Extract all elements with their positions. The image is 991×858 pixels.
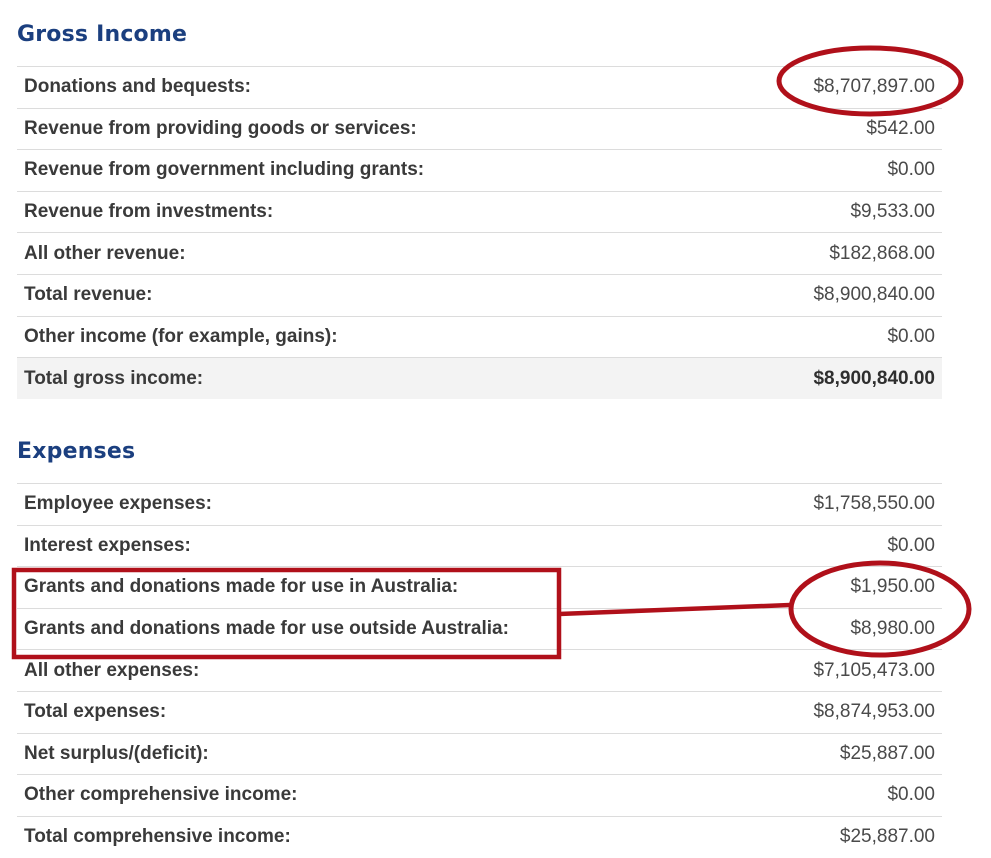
- row-value: $9,533.00: [657, 190, 942, 233]
- row-label: Other comprehensive income:: [17, 774, 657, 817]
- row-value: $182,868.00: [657, 232, 942, 275]
- gross-income-table: Donations and bequests: $8,707,897.00 Re…: [17, 66, 942, 400]
- row-value: $25,887.00: [657, 732, 942, 775]
- row-value: $8,900,840.00: [657, 273, 942, 317]
- table-row: Interest expenses: $0.00: [17, 524, 942, 567]
- row-label: Net surplus/(deficit):: [17, 732, 657, 775]
- row-label: Total expenses:: [17, 690, 657, 734]
- row-value: $8,707,897.00: [657, 66, 942, 109]
- table-row: Net surplus/(deficit): $25,887.00: [17, 732, 942, 775]
- row-label: Total gross income:: [17, 357, 657, 400]
- table-row: Other income (for example, gains): $0.00: [17, 315, 942, 358]
- table-row: Grants and donations made for use in Aus…: [17, 566, 942, 609]
- table-row: Other comprehensive income: $0.00: [17, 774, 942, 817]
- row-value: $0.00: [657, 524, 942, 567]
- table-row: Grants and donations made for use outsid…: [17, 607, 942, 650]
- row-label: Donations and bequests:: [17, 66, 657, 109]
- row-value: $1,758,550.00: [657, 483, 942, 526]
- table-row: All other revenue: $182,868.00: [17, 232, 942, 275]
- row-value: $0.00: [657, 774, 942, 817]
- row-label: Grants and donations made for use outsid…: [17, 607, 657, 650]
- table-row: All other expenses: $7,105,473.00: [17, 649, 942, 692]
- row-value: $8,980.00: [657, 607, 942, 650]
- row-label: Total comprehensive income:: [17, 815, 657, 858]
- row-label: Interest expenses:: [17, 524, 657, 567]
- row-label: Grants and donations made for use in Aus…: [17, 566, 657, 609]
- table-row: Total comprehensive income: $25,887.00: [17, 815, 942, 858]
- row-label: Total revenue:: [17, 273, 657, 317]
- row-value: $0.00: [657, 315, 942, 358]
- expenses-table: Employee expenses: $1,758,550.00 Interes…: [17, 483, 942, 858]
- table-row: Employee expenses: $1,758,550.00: [17, 483, 942, 526]
- expenses-heading: Expenses: [17, 439, 136, 464]
- row-label: Employee expenses:: [17, 483, 657, 526]
- table-row: Revenue from providing goods or services…: [17, 107, 942, 150]
- total-gross-income-row: Total gross income: $8,900,840.00: [17, 357, 942, 400]
- row-label: All other expenses:: [17, 649, 657, 692]
- row-value: $8,900,840.00: [657, 357, 942, 400]
- table-row: Revenue from government including grants…: [17, 149, 942, 192]
- row-value: $25,887.00: [657, 815, 942, 858]
- row-label: Revenue from government including grants…: [17, 149, 657, 192]
- row-value: $1,950.00: [657, 566, 942, 609]
- row-label: Revenue from investments:: [17, 190, 657, 233]
- table-row: Revenue from investments: $9,533.00: [17, 190, 942, 233]
- table-row: Total revenue: $8,900,840.00: [17, 273, 942, 317]
- gross-income-heading: Gross Income: [17, 22, 188, 47]
- row-value: $7,105,473.00: [657, 649, 942, 692]
- row-value: $8,874,953.00: [657, 690, 942, 734]
- row-label: Other income (for example, gains):: [17, 315, 657, 358]
- row-value: $0.00: [657, 149, 942, 192]
- row-label: All other revenue:: [17, 232, 657, 275]
- row-value: $542.00: [657, 107, 942, 150]
- table-row: Donations and bequests: $8,707,897.00: [17, 66, 942, 109]
- table-row: Total expenses: $8,874,953.00: [17, 690, 942, 734]
- row-label: Revenue from providing goods or services…: [17, 107, 657, 150]
